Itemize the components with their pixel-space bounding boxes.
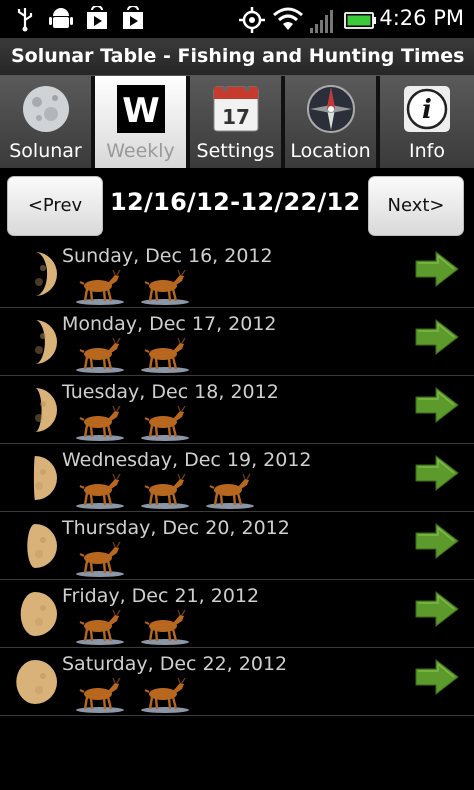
weekly-w-icon: W [116, 85, 165, 133]
moon-phase-icon [35, 252, 57, 296]
tab-label: Solunar [9, 140, 82, 162]
clock: 4:26 PM [379, 6, 464, 30]
app-title-bar: Solunar Table - Fishing and Hunting Time… [0, 38, 474, 76]
day-row[interactable]: Saturday, Dec 22, 2012 [0, 648, 474, 716]
deer-rating-icon [141, 337, 189, 373]
android-debug-icon [49, 8, 73, 28]
battery-icon [344, 12, 376, 29]
day-list: Sunday, Dec 16, 2012 Monday, Dec 17, 201… [0, 240, 474, 716]
status-bar: 4:26 PM [0, 0, 474, 38]
deer-rating-icon [76, 677, 124, 713]
deer-rating-icon [76, 269, 124, 305]
signal-icon [310, 10, 333, 33]
day-row[interactable]: Thursday, Dec 20, 2012 [0, 512, 474, 580]
tab-settings[interactable]: 17 Settings [190, 76, 283, 168]
day-detail-arrow-icon[interactable] [414, 590, 460, 628]
svg-text:W: W [122, 91, 160, 131]
svg-text:i: i [422, 95, 432, 125]
day-row[interactable]: Tuesday, Dec 18, 2012 [0, 376, 474, 444]
tab-weekly[interactable]: W Weekly [95, 76, 188, 168]
next-week-button[interactable]: Next> [368, 176, 464, 236]
tab-bar: Solunar W Weekly 17 Settings Location i … [0, 76, 474, 168]
moon-phase-icon [20, 592, 58, 636]
day-detail-arrow-icon[interactable] [414, 454, 460, 492]
play-store-icon [87, 6, 107, 29]
tab-label: Info [409, 140, 445, 162]
deer-rating-icon [76, 609, 124, 645]
deer-rating-icon [141, 677, 189, 713]
day-detail-arrow-icon[interactable] [414, 658, 460, 696]
deer-rating-icon [76, 541, 124, 577]
day-row[interactable]: Friday, Dec 21, 2012 [0, 580, 474, 648]
tab-label: Location [290, 140, 371, 162]
moon-phase-icon [27, 524, 57, 568]
day-row[interactable]: Sunday, Dec 16, 2012 [0, 240, 474, 308]
moon-phase-icon [35, 320, 57, 364]
tab-label: Settings [196, 140, 275, 162]
gps-icon [239, 7, 265, 33]
svg-text:17: 17 [222, 105, 250, 129]
date-range: 12/16/12-12/22/12 [110, 188, 361, 216]
compass-icon [306, 85, 355, 133]
calendar-icon: 17 [213, 86, 258, 132]
moon-phase-icon [16, 660, 57, 704]
week-navigation: <Prev 12/16/12-12/22/12 Next> [0, 168, 474, 240]
prev-week-button[interactable]: <Prev [7, 176, 103, 236]
deer-rating-icon [206, 473, 254, 509]
usb-icon [17, 8, 33, 32]
deer-rating-icon [141, 405, 189, 441]
deer-rating-icon [76, 405, 124, 441]
tab-label: Weekly [106, 140, 175, 162]
day-label: Thursday, Dec 20, 2012 [62, 517, 290, 539]
deer-rating-icon [141, 473, 189, 509]
wifi-icon [273, 7, 303, 30]
day-detail-arrow-icon[interactable] [414, 386, 460, 424]
deer-rating-icon [141, 609, 189, 645]
day-label: Wednesday, Dec 19, 2012 [62, 449, 312, 471]
info-icon: i [404, 86, 450, 132]
moon-phase-icon [33, 456, 57, 500]
deer-rating-icon [141, 269, 189, 305]
day-detail-arrow-icon[interactable] [414, 318, 460, 356]
day-label: Friday, Dec 21, 2012 [62, 585, 260, 607]
tab-info[interactable]: i Info [380, 76, 474, 168]
day-detail-arrow-icon[interactable] [414, 250, 460, 288]
day-label: Saturday, Dec 22, 2012 [62, 653, 288, 675]
moon-phase-icon [35, 388, 57, 432]
tab-location[interactable]: Location [285, 76, 378, 168]
app-title: Solunar Table - Fishing and Hunting Time… [11, 45, 465, 67]
day-label: Monday, Dec 17, 2012 [62, 313, 277, 335]
day-label: Tuesday, Dec 18, 2012 [62, 381, 279, 403]
tab-solunar[interactable]: Solunar [0, 76, 93, 168]
play-store-icon [123, 6, 143, 29]
day-label: Sunday, Dec 16, 2012 [62, 245, 273, 267]
moon-icon [22, 86, 69, 132]
day-row[interactable]: Monday, Dec 17, 2012 [0, 308, 474, 376]
deer-rating-icon [76, 337, 124, 373]
day-row[interactable]: Wednesday, Dec 19, 2012 [0, 444, 474, 512]
day-detail-arrow-icon[interactable] [414, 522, 460, 560]
deer-rating-icon [76, 473, 124, 509]
